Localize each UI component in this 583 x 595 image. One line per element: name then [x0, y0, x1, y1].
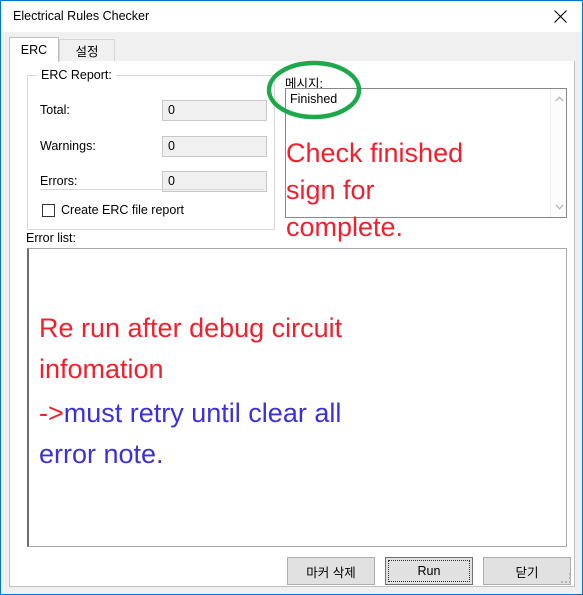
errors-label: Errors: — [40, 174, 78, 188]
erc-dialog-window: Electrical Rules Checker ERC 설정 ERC Repo… — [0, 0, 583, 595]
close-dialog-button[interactable]: 닫기 — [483, 557, 571, 585]
error-list-label: Error list: — [26, 231, 76, 245]
title-bar: Electrical Rules Checker — [2, 2, 582, 32]
tab-strip: ERC 설정 — [9, 37, 575, 62]
checkbox-box[interactable] — [42, 203, 55, 217]
warnings-label: Warnings: — [40, 139, 96, 153]
close-icon[interactable] — [538, 2, 582, 31]
message-box[interactable]: Finished — [285, 88, 567, 218]
run-button-label: Run — [417, 564, 441, 578]
total-row: Total: 0 — [40, 100, 268, 122]
erc-report-group-title: ERC Report: — [37, 68, 116, 82]
warnings-row: Warnings: 0 — [40, 136, 268, 158]
total-value: 0 — [162, 100, 267, 121]
create-erc-file-report-checkbox[interactable]: Create ERC file report — [42, 201, 184, 219]
tab-erc[interactable]: ERC — [9, 37, 59, 62]
erc-report-group: ERC Report: Total: 0 Warnings: 0 Errors:… — [27, 68, 275, 230]
resize-grip[interactable] — [561, 573, 571, 583]
delete-marker-button[interactable]: 마커 삭제 — [287, 557, 375, 585]
chevron-up-icon[interactable] — [551, 91, 566, 107]
message-text: Finished — [290, 92, 338, 106]
erc-tab-panel: ERC Report: Total: 0 Warnings: 0 Errors:… — [9, 61, 575, 587]
window-title: Electrical Rules Checker — [13, 9, 150, 23]
tab-settings[interactable]: 설정 — [59, 39, 115, 61]
message-scrollbar[interactable] — [550, 89, 566, 217]
warnings-value: 0 — [162, 136, 267, 157]
checkbox-label: Create ERC file report — [61, 203, 184, 217]
group-separator — [40, 189, 264, 190]
total-label: Total: — [40, 103, 70, 117]
run-button[interactable]: Run — [385, 557, 473, 585]
error-list-box[interactable] — [27, 248, 567, 547]
chevron-down-icon[interactable] — [551, 199, 566, 215]
